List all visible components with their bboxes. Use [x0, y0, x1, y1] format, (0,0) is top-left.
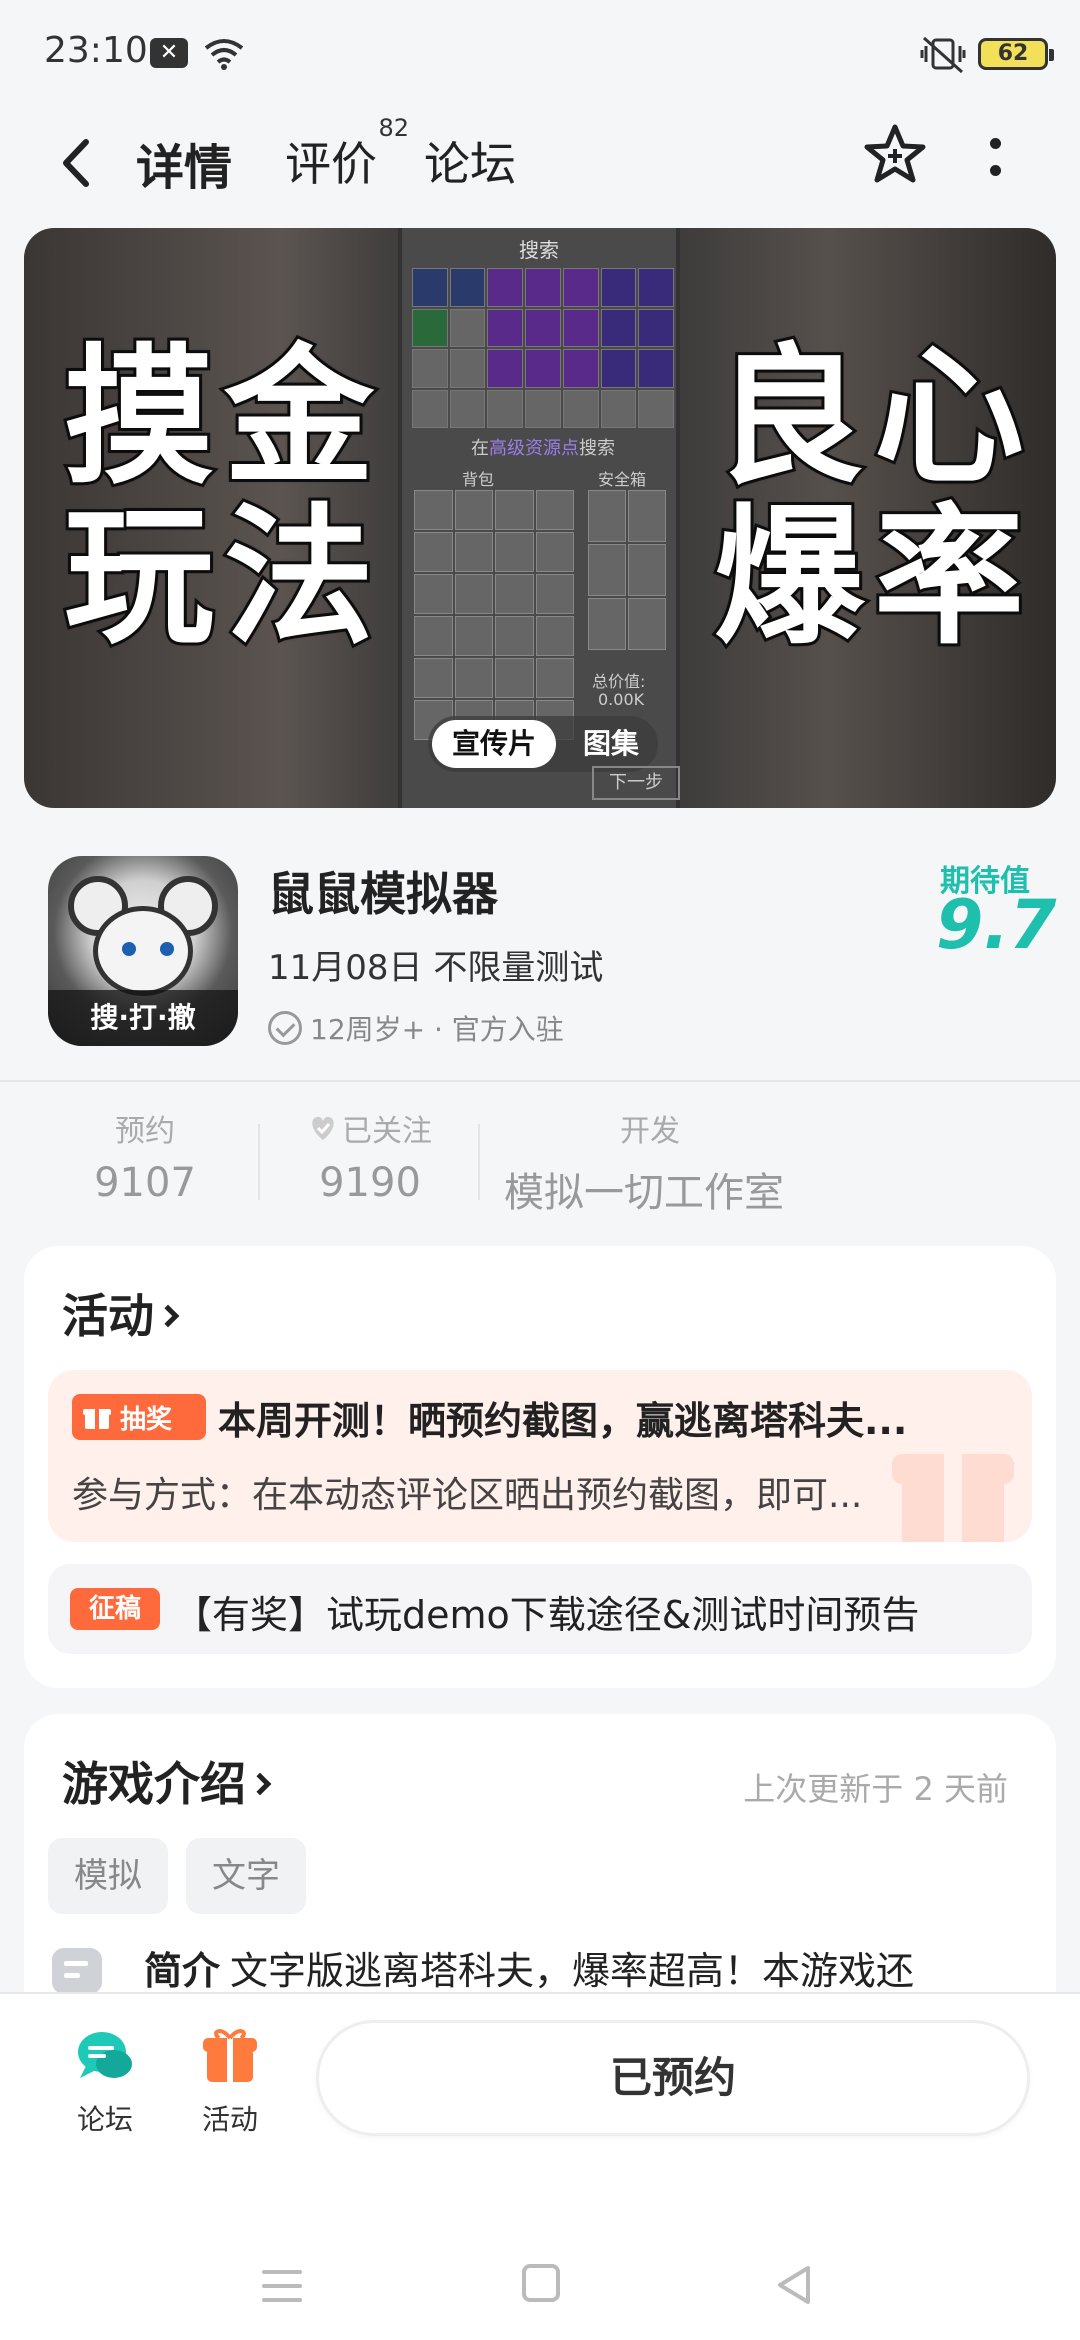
tag-simulation[interactable]: 模拟: [48, 1838, 168, 1914]
status-time: 23:10: [44, 30, 148, 71]
safe-box-grid: [588, 490, 666, 650]
wifi-icon: [204, 39, 244, 70]
backpack-grid: [414, 490, 574, 740]
game-intro-card: 游戏介绍 上次更新于 2 天前 模拟 文字 简介 文字版逃离塔科夫，爆率超高！本游…: [24, 1714, 1056, 2034]
bottom-action-bar: 论坛 活动 已预约: [0, 1992, 1080, 2340]
intro-header[interactable]: 游戏介绍: [62, 1748, 272, 1814]
activity-card: 活动 抽奖 本周开测！晒预约截图，赢逃离塔科夫... 参与方式：在本动态评论区晒…: [24, 1246, 1056, 1688]
chevron-right-icon: [156, 1304, 180, 1327]
review-count-badge: 82: [378, 114, 409, 142]
nav-back-icon[interactable]: [774, 2264, 814, 2306]
release-info: 11月08日 不限量测试: [268, 948, 604, 988]
stat-developer[interactable]: 开发 模拟一切工作室: [504, 1106, 824, 1218]
gift-icon: [203, 2029, 257, 2082]
activity-item-submission[interactable]: 征稿 【有奖】试玩demo下载途径&测试时间预告: [48, 1564, 1032, 1654]
activity-button[interactable]: 活动: [180, 2024, 280, 2138]
intro-summary[interactable]: 简介 文字版逃离塔科夫，爆率超高！本游戏还: [144, 1940, 1044, 1995]
more-options-icon[interactable]: [978, 132, 1012, 192]
nav-menu-icon[interactable]: [262, 2270, 302, 2306]
game-meta: 12周岁+ · 官方入驻: [268, 1008, 564, 1048]
game-icon: 搜·打·撤: [48, 856, 238, 1046]
loot-grid: [412, 268, 674, 428]
tab-detail[interactable]: 详情: [132, 128, 240, 202]
x-icon: ✕: [150, 38, 188, 68]
battery-indicator: 62: [978, 38, 1054, 70]
favorite-star-icon[interactable]: [862, 122, 928, 188]
forum-chat-icon: [78, 2032, 132, 2078]
gift-watermark-icon: [892, 1454, 1014, 1542]
forum-button[interactable]: 论坛: [55, 2024, 155, 2138]
next-step-label: 下一步: [592, 766, 680, 800]
nav-home-icon[interactable]: [522, 2264, 560, 2302]
expectation-score: 9.7: [936, 886, 1057, 965]
tab-forum[interactable]: 论坛: [424, 128, 516, 194]
activity-item-lottery[interactable]: 抽奖 本周开测！晒预约截图，赢逃离塔科夫... 参与方式：在本动态评论区晒出预约…: [48, 1370, 1032, 1542]
chevron-right-icon: [248, 1772, 272, 1795]
media-banner[interactable]: 搜索 在高级资源点搜索 背包 安全箱 总价值: 0.00K 摸金 玩法 良心 爆率 …: [24, 228, 1056, 808]
heart-icon: [312, 1116, 334, 1140]
verified-icon: [268, 1011, 302, 1045]
media-switcher: 宣传片 图集: [428, 716, 658, 772]
tab-video[interactable]: 宣传片: [432, 720, 556, 768]
lottery-badge: 抽奖: [72, 1394, 206, 1440]
tag-text[interactable]: 文字: [186, 1838, 306, 1914]
last-updated: 上次更新于 2 天前: [743, 1770, 1008, 1808]
gift-icon: [83, 1409, 111, 1429]
submission-badge: 征稿: [70, 1588, 160, 1630]
tab-gallery[interactable]: 图集: [576, 720, 646, 768]
document-icon: [52, 1948, 102, 1994]
top-nav: 详情 评价 82 论坛: [0, 110, 1080, 220]
divider: [0, 1080, 1080, 1082]
stat-reservations: 预约 9107: [94, 1114, 196, 1206]
search-hint: 在高级资源点搜索: [471, 438, 615, 459]
reserved-button[interactable]: 已预约: [316, 2020, 1030, 2136]
stat-followers[interactable]: 已关注 9190: [290, 1106, 450, 1206]
vibrate-off-icon: [920, 36, 966, 74]
game-title: 鼠鼠模拟器: [268, 867, 498, 921]
tab-review[interactable]: 评价 82: [285, 114, 409, 194]
activity-header[interactable]: 活动: [62, 1280, 180, 1346]
back-icon[interactable]: [52, 128, 112, 198]
status-bar: 23:10 ✕ 62: [0, 0, 1080, 110]
banner-right-slogan: 良心 爆率: [711, 331, 1035, 665]
banner-left-slogan: 摸金 玩法: [61, 331, 385, 665]
